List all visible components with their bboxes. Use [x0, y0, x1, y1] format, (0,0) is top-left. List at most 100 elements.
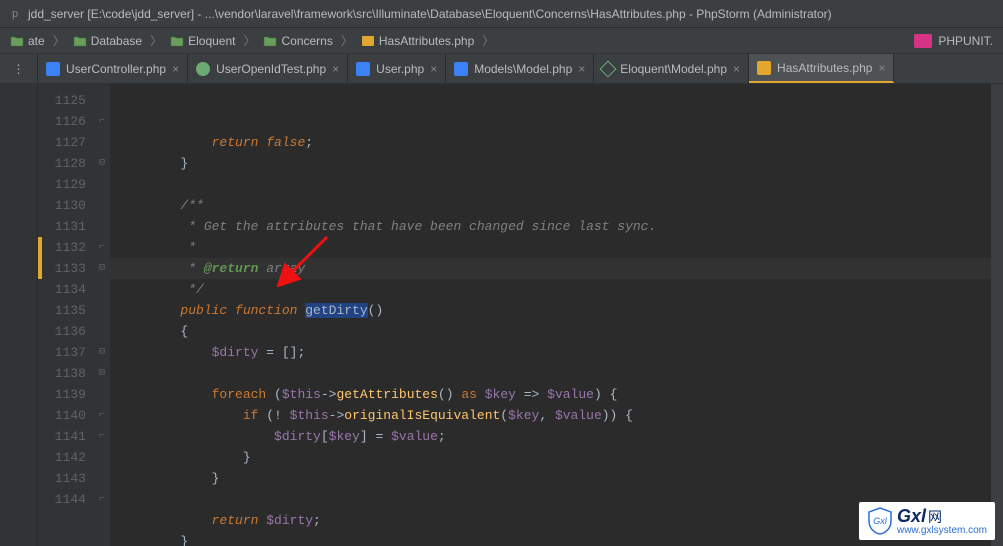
line-number: 1135	[38, 300, 86, 321]
line-number: 1140	[38, 405, 86, 426]
fold-marker	[94, 447, 110, 468]
watermark-url: www.gxlsystem.com	[897, 525, 987, 536]
watermark-brand: Gxl	[897, 506, 926, 526]
code-line[interactable]: return false;	[118, 132, 991, 153]
tab-label: UserOpenIdTest.php	[216, 62, 326, 76]
line-number: 1129	[38, 174, 86, 195]
close-icon[interactable]: ×	[733, 62, 740, 76]
close-icon[interactable]: ×	[578, 62, 585, 76]
file-icon	[46, 62, 60, 76]
code-line[interactable]: * Get the attributes that have been chan…	[118, 216, 991, 237]
breadcrumb-label: Database	[91, 34, 142, 48]
fold-marker[interactable]: ⌐	[94, 426, 110, 447]
fold-marker[interactable]: ⌐	[94, 111, 110, 132]
chevron-right-icon: 〉	[146, 32, 166, 49]
breadcrumb-bar: ate〉Database〉Eloquent〉Concerns〉HasAttrib…	[0, 28, 1003, 54]
code-line[interactable]: }	[118, 153, 991, 174]
line-number: 1143	[38, 468, 86, 489]
line-number: 1130	[38, 195, 86, 216]
line-number: 1136	[38, 321, 86, 342]
fold-marker[interactable]: ⌐	[94, 489, 110, 510]
code-line[interactable]: if (! $this->originalIsEquivalent($key, …	[118, 405, 991, 426]
breadcrumb-item[interactable]: Eloquent	[166, 34, 239, 48]
close-icon[interactable]: ×	[332, 62, 339, 76]
fold-marker[interactable]: ⌐	[94, 405, 110, 426]
tab-label: Eloquent\Model.php	[620, 62, 727, 76]
window-title: jdd_server [E:\code\jdd_server] - ...\ve…	[28, 7, 832, 21]
code-line[interactable]: /**	[118, 195, 991, 216]
fold-marker	[94, 468, 110, 489]
close-icon[interactable]: ×	[878, 61, 885, 75]
app-icon: p	[8, 7, 22, 21]
line-number: 1131	[38, 216, 86, 237]
breadcrumb-label: HasAttributes.php	[379, 34, 474, 48]
breadcrumb-item[interactable]: Concerns	[259, 34, 336, 48]
code-line[interactable]: }	[118, 468, 991, 489]
editor-tab[interactable]: UserOpenIdTest.php ×	[188, 54, 348, 83]
file-icon	[454, 62, 468, 76]
line-number: 1137	[38, 342, 86, 363]
fold-marker[interactable]: ⊟	[94, 153, 110, 174]
close-icon[interactable]: ×	[172, 62, 179, 76]
line-number: 1138	[38, 363, 86, 384]
fold-marker[interactable]: ⌐	[94, 237, 110, 258]
file-icon	[356, 62, 370, 76]
code-line[interactable]: $dirty = [];	[118, 342, 991, 363]
fold-marker[interactable]: ⊟	[94, 363, 110, 384]
vertical-scrollbar[interactable]	[991, 84, 1003, 546]
chevron-right-icon: 〉	[478, 32, 498, 49]
fold-marker	[94, 132, 110, 153]
code-line[interactable]: $dirty[$key] = $value;	[118, 426, 991, 447]
tab-label: User.php	[376, 62, 424, 76]
editor-tab[interactable]: Eloquent\Model.php ×	[594, 54, 749, 83]
code-line[interactable]: }	[118, 447, 991, 468]
code-editor[interactable]: 1125112611271128112911301131113211331134…	[0, 84, 1003, 546]
code-area[interactable]: return false; } /** * Get the attributes…	[110, 84, 991, 546]
line-number: 1139	[38, 384, 86, 405]
fold-marker	[94, 384, 110, 405]
breadcrumb-label: Eloquent	[188, 34, 235, 48]
chevron-right-icon: 〉	[49, 32, 69, 49]
tab-label: HasAttributes.php	[777, 61, 872, 75]
code-line[interactable]	[118, 174, 991, 195]
code-line[interactable]: * @return array	[118, 258, 991, 279]
close-icon[interactable]: ×	[430, 62, 437, 76]
editor-tab[interactable]: UserController.php×	[38, 54, 188, 83]
fold-gutter[interactable]: ⌐⊟⌐⊟⊟⊟⌐⌐⌐	[94, 84, 110, 546]
breadcrumb-item[interactable]: HasAttributes.php	[357, 34, 478, 48]
editor-tab[interactable]: HasAttributes.php ×	[749, 54, 894, 83]
fold-marker	[94, 321, 110, 342]
code-line[interactable]: foreach ($this->getAttributes() as $key …	[118, 384, 991, 405]
line-number: 1128	[38, 153, 86, 174]
code-line[interactable]: */	[118, 279, 991, 300]
file-icon	[196, 62, 210, 76]
code-line[interactable]: *	[118, 237, 991, 258]
line-number-gutter: 1125112611271128112911301131113211331134…	[38, 84, 94, 546]
line-number: 1127	[38, 132, 86, 153]
svg-text:Gxl: Gxl	[873, 516, 888, 526]
code-line[interactable]: {	[118, 321, 991, 342]
phpunit-label[interactable]: PHPUNIT.	[938, 34, 993, 48]
line-number: 1144	[38, 489, 86, 510]
phpunit-icon[interactable]	[914, 34, 932, 48]
code-line[interactable]: public function getDirty()	[118, 300, 991, 321]
fold-marker	[94, 300, 110, 321]
line-number: 1133	[38, 258, 86, 279]
tab-label: Models\Model.php	[474, 62, 572, 76]
gutter-menu-button[interactable]: ⋮	[0, 54, 38, 83]
marker-gutter	[0, 84, 38, 546]
breadcrumb-label: Concerns	[281, 34, 332, 48]
fold-marker[interactable]: ⊟	[94, 258, 110, 279]
watermark-suffix: 网	[928, 509, 942, 525]
editor-tab[interactable]: Models\Model.php ×	[446, 54, 594, 83]
php-file-icon	[361, 35, 375, 47]
breadcrumb-item[interactable]: Database	[69, 34, 146, 48]
line-number: 1132	[38, 237, 86, 258]
shield-icon: Gxl	[867, 507, 893, 535]
editor-tab[interactable]: User.php ×	[348, 54, 446, 83]
breadcrumb-item[interactable]: ate	[6, 34, 49, 48]
folder-icon	[170, 35, 184, 47]
breadcrumb-label: ate	[28, 34, 45, 48]
code-line[interactable]	[118, 363, 991, 384]
fold-marker[interactable]: ⊟	[94, 342, 110, 363]
